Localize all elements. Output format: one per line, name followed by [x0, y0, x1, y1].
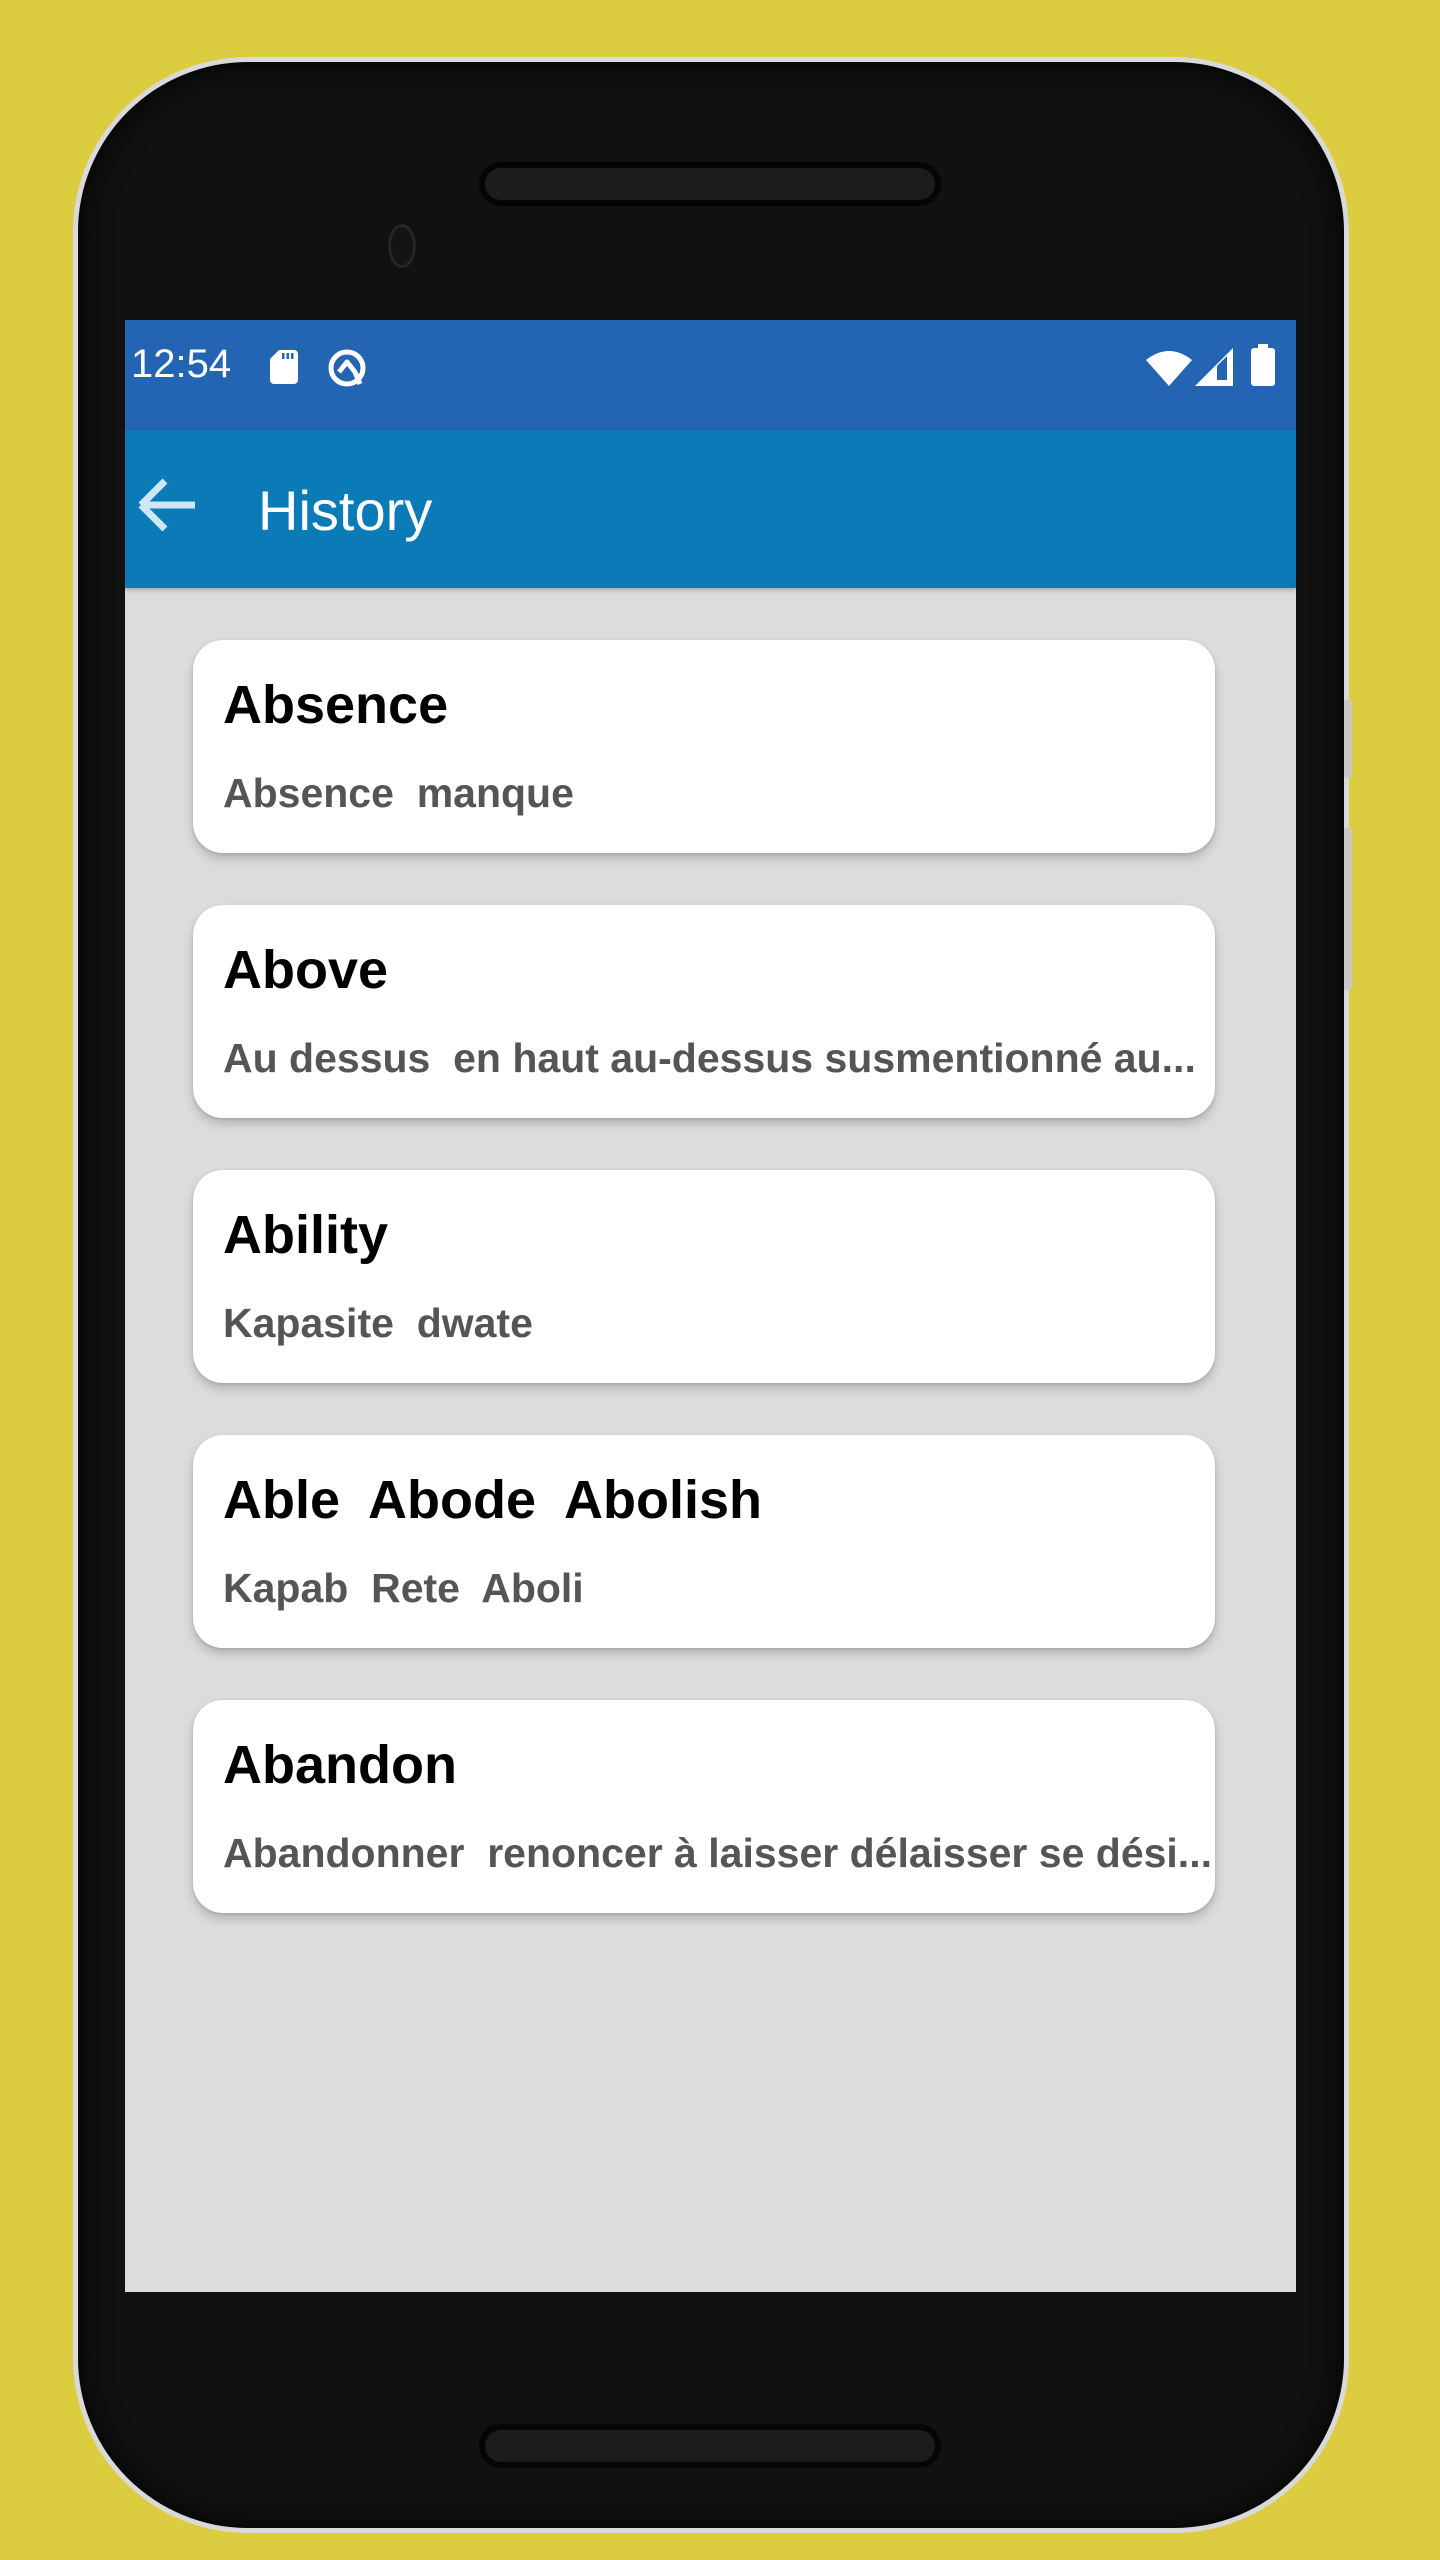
history-item[interactable]: Abandon Abandonner renoncer à laisser dé… — [193, 1700, 1215, 1913]
history-translation: Kapasite dwate — [223, 1300, 533, 1346]
app-bar: History — [125, 430, 1296, 588]
history-item[interactable]: Above Au dessus en haut au-dessus susmen… — [193, 905, 1215, 1118]
history-word: Above — [223, 940, 389, 1000]
history-item[interactable]: Able Abode Abolish Kapab Rete Aboli — [193, 1435, 1215, 1648]
history-word: Absence — [223, 675, 449, 735]
history-translation: Au dessus en haut au-dessus susmentionné… — [223, 1035, 1196, 1081]
volume-button[interactable] — [1344, 828, 1352, 990]
history-item[interactable]: Absence Absence manque — [193, 640, 1215, 853]
bottom-speaker — [485, 2430, 935, 2462]
wifi-icon — [1146, 351, 1192, 386]
status-time: 12:54 — [131, 342, 232, 386]
q-icon — [328, 349, 366, 387]
status-bar: 12:54 — [125, 320, 1296, 430]
phone-screen: 12:54 History Absence Absence manque Abo… — [125, 320, 1296, 2292]
history-word: Able Abode Abolish — [223, 1470, 762, 1530]
arrow-left-icon[interactable] — [133, 470, 203, 540]
battery-icon — [1251, 344, 1275, 386]
front-camera — [388, 224, 416, 268]
sd-card-icon — [270, 350, 298, 384]
history-translation: Abandonner renoncer à laisser délaisser … — [223, 1830, 1212, 1876]
earpiece-speaker — [485, 168, 935, 200]
signal-icon — [1195, 348, 1233, 386]
history-translation: Kapab Rete Aboli — [223, 1565, 584, 1611]
history-word: Abandon — [223, 1735, 457, 1795]
page-title: History — [258, 479, 433, 542]
history-word: Ability — [223, 1205, 389, 1265]
history-translation: Absence manque — [223, 770, 574, 816]
power-button[interactable] — [1344, 700, 1352, 778]
history-item[interactable]: Ability Kapasite dwate — [193, 1170, 1215, 1383]
